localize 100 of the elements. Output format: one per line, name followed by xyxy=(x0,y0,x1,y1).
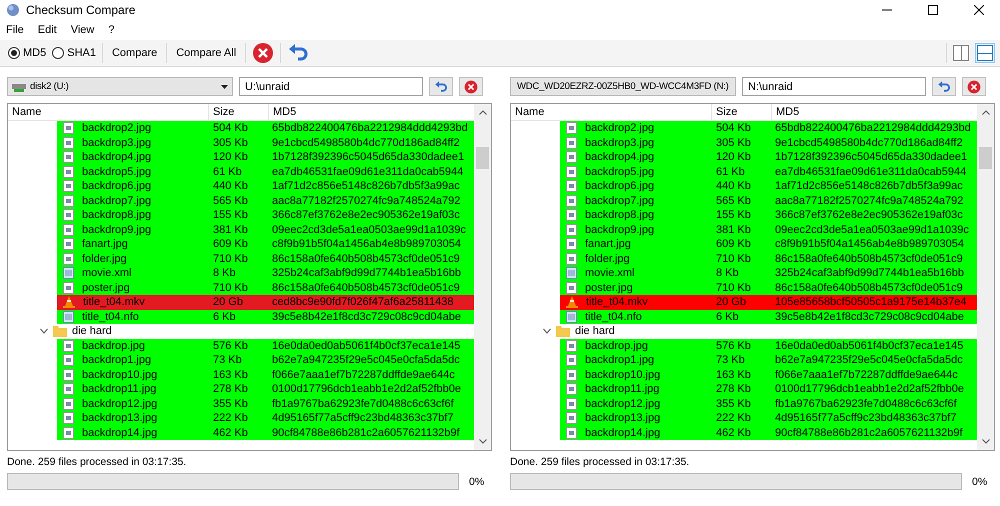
file-row[interactable]: poster.jpg 710 Kb 86c158a0fe640b508b4573cf0de051c9 xyxy=(560,280,977,295)
column-header[interactable]: Size xyxy=(209,104,269,120)
file-row[interactable]: backdrop1.jpg 73 Kb b62e7a947235f29e5c045e0cfa5da5dc xyxy=(57,353,474,368)
column-header[interactable]: Size xyxy=(712,104,772,120)
cancel-button[interactable] xyxy=(459,77,483,96)
file-row[interactable]: backdrop11.jpg 278 Kb 0100d17796dcb1eabb1e2d2af52fbb0e xyxy=(560,382,977,396)
file-row[interactable]: folder.jpg 710 Kb 86c158a0fe640b508b4573cf0de051c9 xyxy=(560,252,977,266)
file-row[interactable]: backdrop2.jpg 504 Kb 65bdb822400476ba2212984ddd4293bd xyxy=(57,121,474,136)
file-row[interactable]: backdrop4.jpg 120 Kb 1b7128f392396c5045d65da330dadee1 xyxy=(560,150,977,164)
file-row[interactable]: backdrop9.jpg 381 Kb 09eec2cd3de5a1ea0503ae99d1a1039c xyxy=(560,222,977,237)
file-row[interactable]: title_t04.nfo 6 Kb 39c5e8b42e1f8cd3c729c08c9cd04abe xyxy=(560,310,977,324)
menu-item[interactable]: Edit xyxy=(38,24,57,36)
toolbar-button[interactable]: Compare All xyxy=(173,45,240,61)
file-hash: c8f9b91b5f04a1456ab4e8b989703054 xyxy=(774,238,964,250)
chevron-icon[interactable] xyxy=(40,328,48,334)
file-size: 20 Gb xyxy=(212,296,244,308)
file-row[interactable]: backdrop6.jpg 440 Kb 1af71d2c856e5148c826b7db5f3a99ac xyxy=(560,179,977,194)
file-row[interactable]: backdrop5.jpg 61 Kb ea7db46531fae09d61e311da0cab5944 xyxy=(57,164,474,179)
drive-dropdown[interactable]: disk2 (U:) xyxy=(7,77,233,96)
menu-item[interactable]: View xyxy=(70,24,94,36)
file-hash: 366c87ef3762e8e2ec905362e19af03c xyxy=(271,209,460,222)
file-size: 462 Kb xyxy=(715,426,752,439)
file-row[interactable]: backdrop.jpg 576 Kb 16e0da0ed0ab5061f4b0cf37eca1e145 xyxy=(57,338,474,353)
file-row[interactable]: title_t04.mkv 20 Gb 105e85658bcf50505c1a9175e14b37e4 xyxy=(560,295,977,310)
file-row[interactable]: backdrop11.jpg 278 Kb 0100d17796dcb1eabb1e2d2af52fbb0e xyxy=(57,382,474,396)
scroll-up-icon[interactable] xyxy=(982,110,990,115)
file-row[interactable]: backdrop10.jpg 163 Kb f066e7aaa1ef7b72287ddffde9ae644c xyxy=(57,368,474,382)
file-row[interactable]: backdrop8.jpg 155 Kb 366c87ef3762e8e2ec905362e19af03c xyxy=(57,208,474,222)
file-row[interactable]: backdrop5.jpg 61 Kb ea7db46531fae09d61e311da0cab5944 xyxy=(560,164,977,179)
maximize-icon[interactable] xyxy=(928,5,938,15)
side-by-side-layout-button[interactable] xyxy=(951,43,971,63)
file-hash: f066e7aaa1ef7b72287ddffde9ae644c xyxy=(774,368,958,381)
file-row[interactable]: backdrop10.jpg 163 Kb f066e7aaa1ef7b72287ddffde9ae644c xyxy=(560,368,977,382)
file-row[interactable]: backdrop6.jpg 440 Kb 1af71d2c856e5148c826b7db5f3a99ac xyxy=(57,179,474,194)
file-row[interactable]: backdrop13.jpg 222 Kb 4d95165f77a5cff9c23bd48363c37bf7 xyxy=(560,411,977,426)
scrollbar[interactable] xyxy=(977,104,994,450)
scroll-thumb[interactable] xyxy=(979,147,992,169)
file-name: backdrop13.jpg xyxy=(82,412,158,424)
file-hash: c8f9b91b5f04a1456ab4e8b989703054 xyxy=(271,238,462,250)
file-row[interactable]: title_t04.mkv 20 Gb ced8bc9e90fd7f026f47af6a25811438 xyxy=(57,295,474,310)
file-row[interactable]: backdrop1.jpg 73 Kb b62e7a947235f29e5c045e0cfa5da5dc xyxy=(560,353,977,368)
file-row[interactable]: backdrop14.jpg 462 Kb 90cf84788e86b281c2a6057621132b9f xyxy=(560,426,977,440)
file-row[interactable]: backdrop4.jpg 120 Kb 1b7128f392396c5045d65da330dadee1 xyxy=(57,150,474,164)
file-name: backdrop.jpg xyxy=(82,340,145,352)
stacked-layout-button[interactable] xyxy=(975,43,995,63)
file-row[interactable]: backdrop7.jpg 565 Kb aac8a77182f2570274fc9a748524a792 xyxy=(57,194,474,208)
scroll-down-icon[interactable] xyxy=(982,439,990,444)
column-header[interactable]: Name xyxy=(8,104,209,120)
column-header[interactable]: MD5 xyxy=(269,104,474,120)
radio-option[interactable]: SHA1 xyxy=(52,47,96,59)
image-file-icon xyxy=(63,412,74,424)
file-row[interactable]: fanart.jpg 609 Kb c8f9b91b5f04a1456ab4e8b989703054 xyxy=(560,237,977,252)
document-icon xyxy=(63,310,74,323)
file-hash: b62e7a947235f29e5c045e0cfa5da5dc xyxy=(271,354,460,366)
drive-dropdown[interactable]: WDC_WD20EZRZ-00Z5HB0_WD-WCC4M3FD (N:) xyxy=(510,77,736,96)
file-row[interactable]: title_t04.nfo 6 Kb 39c5e8b42e1f8cd3c729c08c9cd04abe xyxy=(57,310,474,324)
file-row[interactable]: backdrop14.jpg 462 Kb 90cf84788e86b281c2a6057621132b9f xyxy=(57,426,474,440)
file-size: 710 Kb xyxy=(212,282,249,294)
file-row[interactable]: backdrop13.jpg 222 Kb 4d95165f77a5cff9c23bd48363c37bf7 xyxy=(57,411,474,426)
file-row[interactable]: movie.xml 8 Kb 325b24caf3abf9d99d7744b1ea5b16bb xyxy=(57,266,474,280)
file-row[interactable]: backdrop2.jpg 504 Kb 65bdb822400476ba2212984ddd4293bd xyxy=(560,121,977,136)
file-row[interactable]: poster.jpg 710 Kb 86c158a0fe640b508b4573cf0de051c9 xyxy=(57,280,474,295)
file-row[interactable]: backdrop7.jpg 565 Kb aac8a77182f2570274fc9a748524a792 xyxy=(560,194,977,208)
folder-name: die hard xyxy=(575,325,615,338)
file-row[interactable]: backdrop3.jpg 305 Kb 9e1cbcd5498580b4dc770d186ad84ff2 xyxy=(560,136,977,150)
file-hash: 39c5e8b42e1f8cd3c729c08c9cd04abe xyxy=(271,310,461,323)
file-row[interactable]: backdrop9.jpg 381 Kb 09eec2cd3de5a1ea0503ae99d1a1039c xyxy=(57,222,474,237)
scrollbar[interactable] xyxy=(474,104,491,450)
file-size: 609 Kb xyxy=(212,238,249,250)
cancel-icon[interactable] xyxy=(252,42,274,64)
path-field[interactable]: N:\unraid xyxy=(742,77,926,96)
image-file-icon xyxy=(63,398,74,410)
column-header[interactable]: MD5 xyxy=(772,104,977,120)
file-row[interactable]: folder.jpg 710 Kb 86c158a0fe640b508b4573cf0de051c9 xyxy=(57,252,474,266)
column-header[interactable]: Name xyxy=(511,104,712,120)
radio-option[interactable]: MD5 xyxy=(8,47,46,59)
file-size: 565 Kb xyxy=(715,194,752,207)
file-row[interactable]: backdrop8.jpg 155 Kb 366c87ef3762e8e2ec905362e19af03c xyxy=(560,208,977,222)
cancel-button[interactable] xyxy=(962,77,986,96)
file-row[interactable]: backdrop12.jpg 355 Kb fb1a9767ba62923fe7d0488c6c63cf6f xyxy=(57,396,474,411)
image-file-icon xyxy=(566,426,577,439)
file-row[interactable]: backdrop12.jpg 355 Kb fb1a9767ba62923fe7d0488c6c63cf6f xyxy=(560,396,977,411)
close-icon[interactable] xyxy=(974,5,984,15)
toolbar-button[interactable]: Compare xyxy=(108,45,160,61)
file-row[interactable]: fanart.jpg 609 Kb c8f9b91b5f04a1456ab4e8b989703054 xyxy=(57,237,474,252)
scroll-up-icon[interactable] xyxy=(478,110,486,115)
file-row[interactable]: backdrop.jpg 576 Kb 16e0da0ed0ab5061f4b0cf37eca1e145 xyxy=(560,338,977,353)
image-file-icon xyxy=(63,224,74,236)
file-hash: 325b24caf3abf9d99d7744b1ea5b16bb xyxy=(271,267,462,280)
scroll-down-icon[interactable] xyxy=(478,439,486,444)
menu-item[interactable]: ? xyxy=(108,24,114,36)
undo-button[interactable] xyxy=(429,77,453,96)
file-row[interactable]: movie.xml 8 Kb 325b24caf3abf9d99d7744b1ea5b16bb xyxy=(560,266,977,280)
scroll-thumb[interactable] xyxy=(476,147,489,169)
undo-button[interactable] xyxy=(932,77,956,96)
menu-item[interactable]: File xyxy=(6,24,24,36)
file-row[interactable]: backdrop3.jpg 305 Kb 9e1cbcd5498580b4dc770d186ad84ff2 xyxy=(57,136,474,150)
file-size: 6 Kb xyxy=(212,310,237,323)
chevron-icon[interactable] xyxy=(543,328,551,334)
path-field[interactable]: U:\unraid xyxy=(239,77,423,96)
